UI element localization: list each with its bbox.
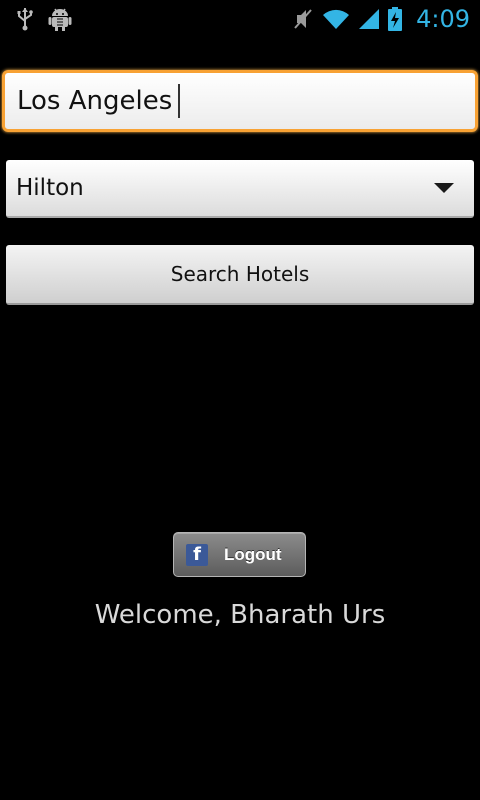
usb-icon [16,7,34,31]
welcome-message: Welcome, Bharath Urs [94,600,386,630]
wifi-icon [322,8,350,30]
status-time: 4:09 [416,5,470,33]
search-hotels-button[interactable]: Search Hotels [6,245,474,305]
status-right-icons: 4:09 [292,5,470,33]
hotel-chain-selected: Hilton [16,175,84,201]
status-bar: 4:09 [0,0,480,38]
app-screen: 4:09 Los Angeles Hilton Search Hotels f … [0,0,480,800]
search-hotels-label: Search Hotels [170,262,310,286]
dropdown-arrow-icon [434,183,454,193]
logout-label: Logout [224,544,282,564]
android-debug-icon [48,6,72,32]
signal-icon [358,8,380,30]
text-cursor [178,84,181,118]
battery-charging-icon [388,7,403,31]
facebook-logout-button[interactable]: f Logout [173,532,306,577]
facebook-icon: f [186,543,208,566]
city-input-value: Los Angeles [17,86,173,116]
vibrate-muted-icon [292,7,314,31]
hotel-chain-dropdown[interactable]: Hilton [6,160,474,218]
city-input[interactable]: Los Angeles [2,70,478,132]
status-left-icons [16,6,72,32]
